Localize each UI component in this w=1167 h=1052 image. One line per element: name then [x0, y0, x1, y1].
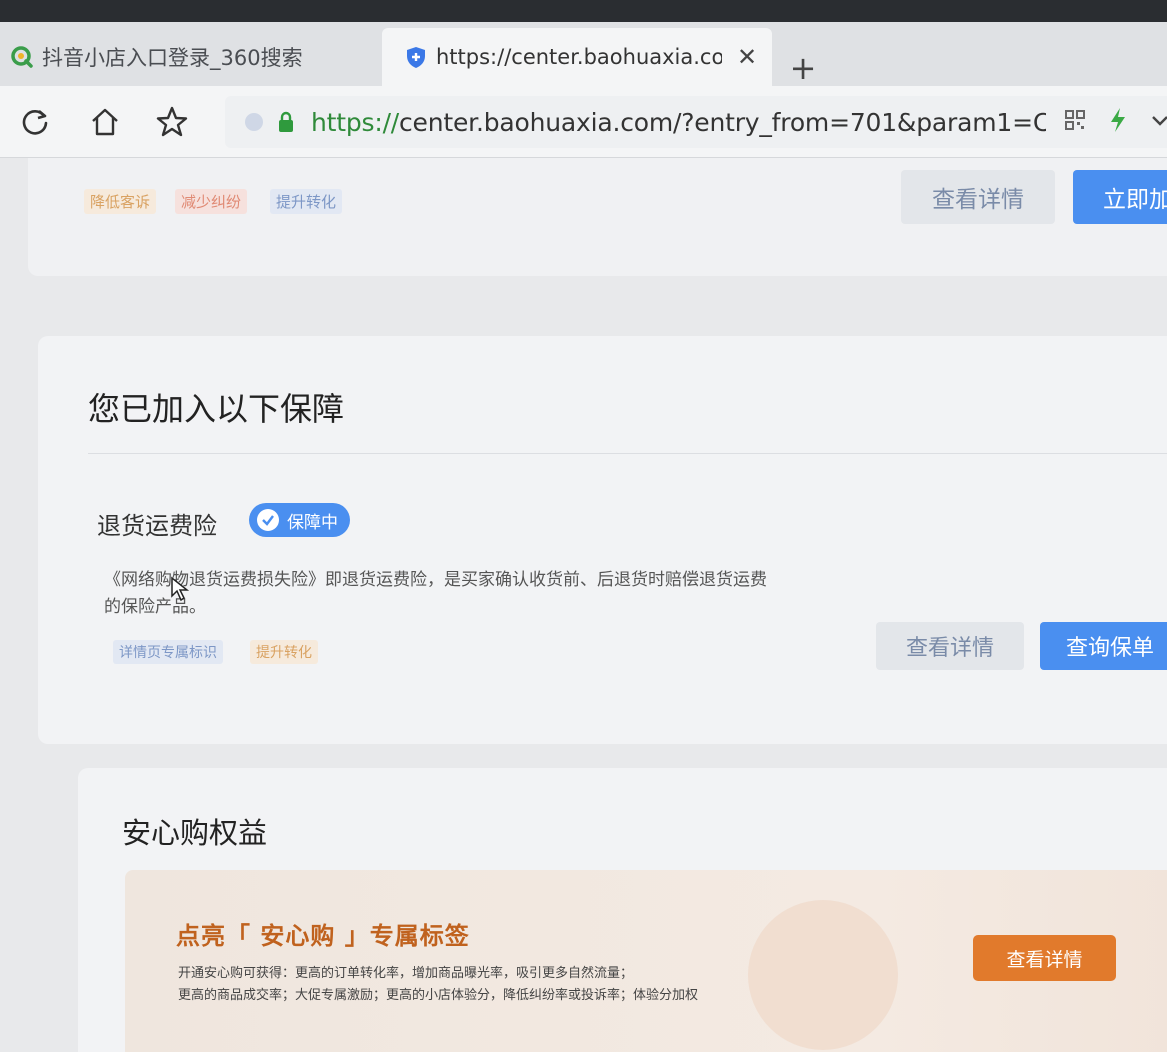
qr-code-icon[interactable]	[1064, 109, 1086, 135]
window-top-bar	[0, 0, 1167, 22]
site-info-icon[interactable]	[245, 113, 263, 131]
tab-title: https://center.baohuaxia.com	[436, 45, 722, 69]
description-line-2: 的保险产品。	[104, 597, 206, 617]
view-details-button[interactable]: 查看详情	[901, 170, 1055, 224]
view-details-button[interactable]: 查看详情	[876, 622, 1024, 670]
360-search-icon	[10, 45, 34, 69]
check-icon	[257, 509, 279, 531]
page-content: 降低客诉 减少纠纷 提升转化 查看详情 立即加入 您已加入以下保障 退货运费险 …	[0, 158, 1167, 1052]
reload-icon[interactable]	[15, 102, 55, 142]
benefit-view-details-button[interactable]: 查看详情	[973, 935, 1116, 981]
address-bar[interactable]: https://center.baohuaxia.com/?entry_from…	[225, 96, 1167, 148]
tag-detail-page-mark: 详情页专属标识	[113, 640, 223, 664]
benefit-highlight-title: 点亮「 安心购 」专属标签	[176, 922, 470, 950]
insurance-name: 退货运费险	[97, 512, 217, 540]
tag-improve-conversion: 提升转化	[270, 189, 343, 214]
status-badge: 保障中	[249, 503, 350, 537]
tab-strip: 抖音小店入口登录_360搜索 https://center.baohuaxia.…	[0, 22, 1167, 86]
benefit-section-title: 安心购权益	[122, 816, 268, 850]
chevron-down-icon[interactable]	[1150, 113, 1167, 132]
lightning-icon[interactable]	[1108, 107, 1128, 137]
tag-reduce-complaints: 降低客诉	[84, 189, 157, 214]
url-scheme: https://	[311, 107, 400, 137]
navigation-bar: https://center.baohuaxia.com/?entry_from…	[0, 86, 1167, 158]
mouse-cursor-icon	[170, 576, 190, 606]
lock-icon	[277, 111, 295, 133]
url-text[interactable]: https://center.baohuaxia.com/?entry_from…	[311, 108, 1046, 137]
status-label: 保障中	[287, 512, 338, 533]
url-rest: center.baohuaxia.com/?entry_from=701&par…	[399, 107, 1046, 137]
section-divider	[88, 453, 1167, 454]
tab-360-search[interactable]: 抖音小店入口登录_360搜索	[0, 28, 380, 86]
tag-reduce-disputes: 减少纠纷	[175, 189, 248, 214]
benefit-line-1: 开通安心购可获得：更高的订单转化率，增加商品曝光率，吸引更多自然流量；	[178, 966, 634, 981]
tag-improve-conversion: 提升转化	[250, 640, 318, 664]
tab-title: 抖音小店入口登录_360搜索	[42, 46, 303, 70]
join-now-button[interactable]: 立即加入	[1073, 170, 1167, 224]
description-line-1: 《网络购物退货运费损失险》即退货运费险，是买家确认收货前、后退货时赔偿退货运费	[104, 570, 767, 590]
insurance-description: 《网络购物退货运费损失险》即退货运费险，是买家确认收货前、后退货时赔偿退货运费 …	[104, 567, 864, 621]
close-icon[interactable]: ✕	[722, 43, 772, 71]
benefit-line-2: 更高的商品成交率；大促专属激励；更高的小店体验分，降低纠纷率或投诉率；体验分加权	[178, 988, 699, 1003]
new-tab-button[interactable]: +	[785, 52, 821, 84]
query-policy-button[interactable]: 查询保单	[1040, 622, 1167, 670]
tab-baohuaxia[interactable]: https://center.baohuaxia.com ✕	[382, 28, 772, 86]
home-icon[interactable]	[85, 102, 125, 142]
shield-icon	[404, 45, 428, 69]
joined-section-title: 您已加入以下保障	[88, 390, 345, 428]
decorative-blob	[748, 900, 898, 1050]
address-bar-actions	[1064, 107, 1167, 137]
star-icon[interactable]	[152, 102, 192, 142]
